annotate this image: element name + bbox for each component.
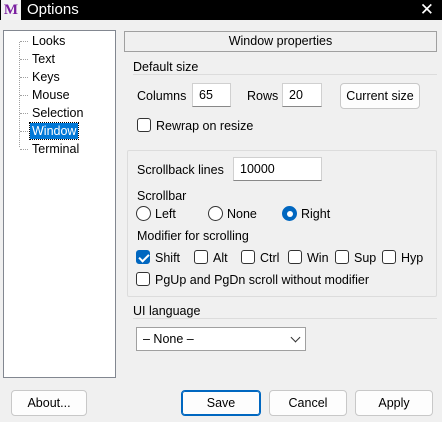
tree-item-label: Selection bbox=[32, 106, 84, 120]
columns-label: Columns bbox=[137, 89, 187, 103]
ui-language-select[interactable]: – None – bbox=[136, 327, 306, 351]
scrollbar-left-radio[interactable] bbox=[136, 206, 151, 221]
rows-label: Rows bbox=[247, 89, 279, 103]
scrollbar-right-label: Right bbox=[301, 207, 331, 221]
tree-item-label: Window bbox=[28, 122, 80, 140]
modifier-hyp-checkbox[interactable] bbox=[382, 250, 396, 264]
current-size-button[interactable]: Current size bbox=[340, 83, 420, 109]
scrollback-label: Scrollback lines bbox=[137, 163, 224, 177]
scrollbar-label: Scrollbar bbox=[137, 189, 187, 203]
cancel-button[interactable]: Cancel bbox=[269, 390, 347, 416]
modifier-hyp-label: Hyp bbox=[401, 251, 424, 265]
pgup-checkbox[interactable] bbox=[136, 272, 150, 286]
tree-item-mouse[interactable]: Mouse bbox=[20, 87, 72, 103]
tree-item-text[interactable]: Text bbox=[20, 51, 57, 67]
modifier-sup-label: Sup bbox=[354, 251, 377, 265]
tree-item-label: Mouse bbox=[32, 88, 70, 102]
modifier-label: Modifier for scrolling bbox=[137, 229, 249, 243]
modifier-win-checkbox[interactable] bbox=[288, 250, 302, 264]
app-icon: M bbox=[1, 0, 21, 20]
tree-item-label: Looks bbox=[32, 34, 66, 48]
modifier-alt-checkbox[interactable] bbox=[194, 250, 208, 264]
tree-item-looks[interactable]: Looks bbox=[20, 33, 67, 49]
pane-header: Window properties bbox=[124, 31, 437, 52]
pgup-label: PgUp and PgDn scroll without modifier bbox=[155, 273, 369, 287]
tree-item-label: Terminal bbox=[32, 142, 80, 156]
scrollbar-left-label: Left bbox=[155, 207, 176, 221]
modifier-ctrl-checkbox[interactable] bbox=[241, 250, 255, 264]
modifier-sup-checkbox[interactable] bbox=[335, 250, 349, 264]
scrollbar-none-radio[interactable] bbox=[208, 206, 223, 221]
title-bar: M Options ✕ bbox=[0, 0, 442, 20]
default-size-label: Default size bbox=[133, 60, 202, 74]
tree-item-window[interactable]: Window bbox=[20, 122, 80, 140]
modifier-shift-checkbox[interactable] bbox=[136, 250, 150, 264]
scrollbar-none-label: None bbox=[227, 207, 257, 221]
modifier-alt-label: Alt bbox=[213, 251, 228, 265]
about-button[interactable]: About... bbox=[11, 390, 87, 416]
scrollback-input[interactable]: 10000 bbox=[233, 157, 322, 181]
tree-item-keys[interactable]: Keys bbox=[20, 69, 62, 85]
rewrap-checkbox[interactable] bbox=[137, 118, 151, 132]
close-icon[interactable]: ✕ bbox=[420, 0, 434, 19]
rows-input[interactable]: 20 bbox=[282, 83, 322, 107]
ui-language-label: UI language bbox=[133, 304, 204, 318]
ui-language-value: – None – bbox=[143, 332, 194, 346]
tree-item-label: Keys bbox=[32, 70, 60, 84]
save-button[interactable]: Save bbox=[181, 390, 261, 416]
columns-input[interactable]: 65 bbox=[192, 83, 231, 107]
tree-item-label: Text bbox=[32, 52, 55, 66]
tree-item-terminal[interactable]: Terminal bbox=[20, 141, 81, 157]
group-separator bbox=[133, 318, 437, 319]
category-tree: Looks Text Keys Mouse Selection Window T… bbox=[3, 30, 116, 378]
modifier-shift-label: Shift bbox=[155, 251, 181, 265]
group-separator bbox=[133, 74, 437, 75]
modifier-win-label: Win bbox=[307, 251, 329, 265]
rewrap-label: Rewrap on resize bbox=[156, 119, 254, 133]
scrollbar-right-radio[interactable] bbox=[282, 206, 297, 221]
apply-button[interactable]: Apply bbox=[355, 390, 433, 416]
window-title: Options bbox=[27, 1, 79, 18]
tree-item-selection[interactable]: Selection bbox=[20, 105, 85, 121]
chevron-down-icon bbox=[290, 332, 301, 343]
modifier-ctrl-label: Ctrl bbox=[260, 251, 280, 265]
